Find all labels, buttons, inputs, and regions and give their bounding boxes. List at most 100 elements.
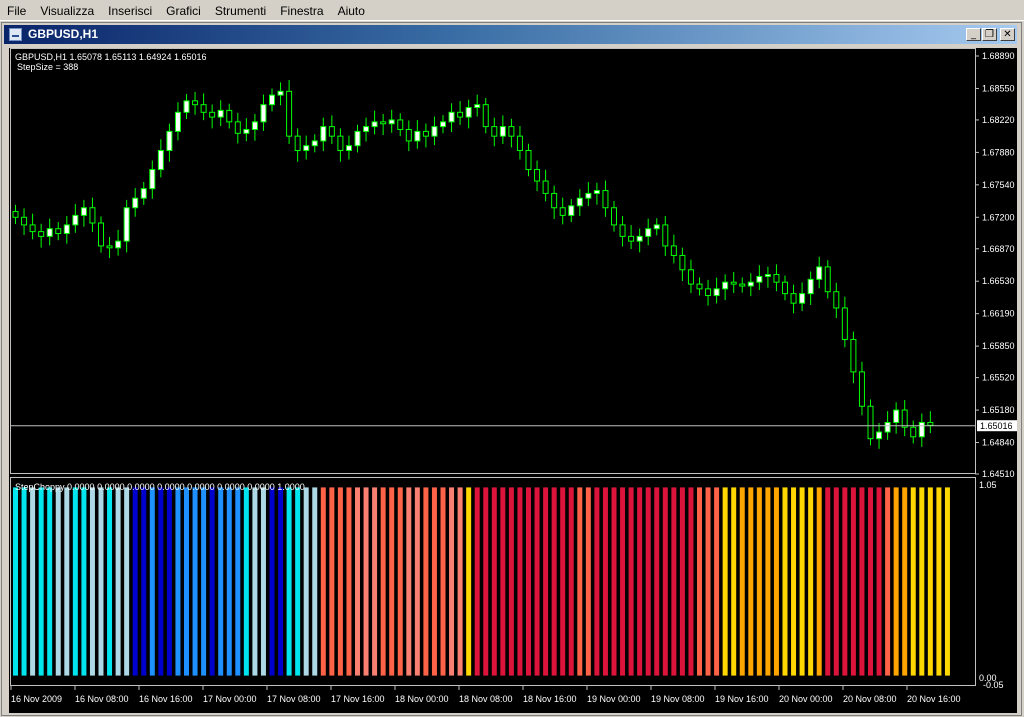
indicator-bar [500,487,506,676]
candle-bull [884,421,891,433]
main-panel-border [10,48,976,474]
candle-bull [46,228,53,237]
indicator-bar [594,487,600,676]
menu-file[interactable]: File [0,0,33,20]
candle-bull [645,228,652,237]
indicator-bar [534,487,540,676]
price-tick-label: 1.64510 [982,469,1015,479]
candle-bear [516,135,523,151]
indicator-bar [397,487,403,676]
candle-bear [773,274,780,283]
candle-bear [209,111,216,118]
indicator-bar [927,487,933,676]
indicator-bar [184,487,189,676]
indicator-bar [833,487,839,676]
indicator-bar [64,487,70,676]
price-tick-label: 1.64840 [982,438,1015,448]
indicator-bar [697,487,702,676]
candle-bull [243,128,250,134]
indicator-bar [286,487,292,676]
restore-button[interactable]: ❐ [982,28,997,41]
indicator-bar [731,487,737,676]
indicator-bar [201,487,207,676]
indicator-bar [303,487,309,676]
time-tick-label: 16 Nov 16:00 [139,694,193,704]
price-tick-label: 1.67880 [982,147,1015,157]
candle-bear [782,281,788,295]
candle-bear [542,180,549,194]
indicator-bar [89,487,95,676]
indicator-bar [406,487,412,676]
menu-inserisci[interactable]: Inserisci [101,0,159,20]
minimize-button[interactable]: _ [966,28,981,41]
price-chart[interactable]: GBPUSD,H1 1.65078 1.65113 1.64924 1.6501… [9,48,1017,713]
candle-bull [756,275,763,283]
indicator-bar [457,487,463,676]
menu-visualizza[interactable]: Visualizza [33,0,101,20]
indicator-bar [226,487,232,676]
candle-bull [303,145,310,151]
indicator-bar [55,487,61,676]
close-button[interactable]: ✕ [1000,28,1015,41]
candle-bull [499,126,506,137]
candle-bear [200,104,207,113]
candle-bull [440,121,446,128]
menu-aiuto[interactable]: Aiuto [331,0,372,20]
chart-area[interactable]: GBPUSD,H1 1.65078 1.65113 1.64924 1.6501… [9,48,1017,713]
indicator-bar [389,487,395,676]
indicator-bar [859,487,865,676]
candle-bull [414,130,421,142]
indicator-bar [440,487,446,676]
indicator-bar [816,487,822,676]
indicator-bar [585,487,591,676]
indicator-bar [543,487,549,676]
candle-bull [149,169,156,190]
price-axis: 1.68890 1.68550 1.68220 1.67880 1.67540 1.672… [975,51,1015,479]
candle-bear [611,207,617,226]
candle-bull [653,224,660,230]
candle-bull [918,421,925,438]
candle-bull [816,266,823,280]
candle-bear [89,207,96,224]
indicator-bar [423,487,429,676]
candle-bear [29,224,36,233]
candle-bull [157,149,164,171]
indicator-bar [748,487,754,676]
candle-bull [166,130,173,151]
indicator-bar [235,487,241,676]
indicator-bar [842,487,848,676]
candle-bear [405,128,412,142]
indicator-bar [115,487,121,676]
menu-grafici[interactable]: Grafici [159,0,208,20]
indicator-bar [679,487,685,676]
price-tick-label: 1.65520 [982,373,1015,383]
candle-bear [337,135,344,151]
indicator-bar [218,487,224,676]
chart-window-icon[interactable] [9,28,22,41]
candle-bear [457,111,464,118]
candle-bear [551,192,558,209]
candle-bull [311,140,318,147]
candle-bull [174,111,181,132]
candle-bull [371,121,378,128]
candle-bear [910,426,917,438]
indicator-bar [107,487,113,676]
candle-bull [585,192,592,199]
indicator-bar [355,487,360,676]
candle-bull [63,224,70,235]
time-tick-label: 20 Nov 16:00 [907,694,961,704]
window-title: GBPUSD,H1 [28,27,99,41]
menu-strumenti[interactable]: Strumenti [208,0,273,20]
indicator-bar [910,487,916,676]
candle-bull [893,409,900,423]
window-titlebar[interactable]: GBPUSD,H1 _ ❐ ✕ [4,25,1017,44]
price-tick-label: 1.66870 [982,244,1015,254]
candle-bull [713,288,720,297]
indicator-bar [551,487,557,676]
menu-finestra[interactable]: Finestra [273,0,330,20]
indicator-bar [312,487,318,676]
candle-bull [448,111,455,123]
candle-bear [491,126,498,137]
candle-bear [679,254,686,271]
indicator-bar [577,487,583,676]
